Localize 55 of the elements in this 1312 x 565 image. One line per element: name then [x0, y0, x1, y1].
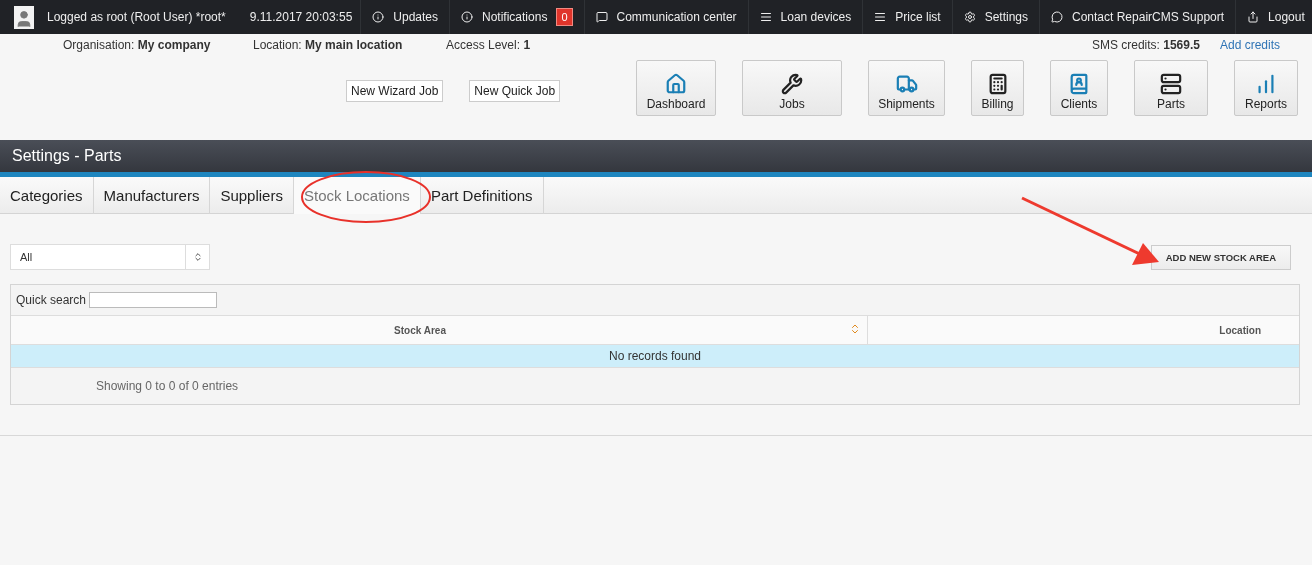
- list-icon: [874, 11, 887, 23]
- module-button[interactable]: Parts: [1134, 60, 1208, 116]
- module-button[interactable]: Reports: [1234, 60, 1298, 116]
- info-icon: [461, 11, 473, 23]
- logged-user-text: Logged as root (Root User) *root*: [47, 10, 226, 24]
- nav-link[interactable]: Logout: [1235, 0, 1312, 34]
- module-button[interactable]: Billing: [971, 60, 1024, 116]
- module-button[interactable]: Clients: [1050, 60, 1108, 116]
- module-button[interactable]: Dashboard: [636, 60, 716, 116]
- home-icon: [665, 73, 687, 95]
- nav-link[interactable]: Contact RepairCMS Support: [1039, 0, 1236, 34]
- tab[interactable]: Manufacturers: [93, 177, 211, 214]
- add-stock-area-button[interactable]: ADD NEW STOCK AREA: [1150, 244, 1291, 270]
- nav-link[interactable]: Notifications 0: [449, 0, 584, 34]
- filter-select[interactable]: All: [10, 244, 210, 270]
- list-icon: [759, 11, 772, 23]
- organisation-text: Organisation: My company: [63, 37, 212, 52]
- chat-icon: [1051, 11, 1063, 23]
- new-job-button[interactable]: New Quick Job: [469, 80, 561, 102]
- column-header[interactable]: Location: [868, 316, 1299, 344]
- location-text: Location: My main location: [253, 37, 404, 52]
- settings-icon: [963, 11, 976, 23]
- empty-table-message: No records found: [11, 344, 1299, 367]
- tab[interactable]: Part Definitions: [420, 177, 544, 214]
- count-badge: 0: [556, 8, 573, 26]
- add-credits-link[interactable]: Add credits: [1219, 37, 1280, 52]
- tab[interactable]: Stock Locations: [293, 177, 421, 214]
- access-level-text: Access Level: 1: [446, 37, 532, 52]
- module-button[interactable]: Shipments: [868, 60, 945, 116]
- nav-link[interactable]: Communication center: [583, 0, 748, 34]
- entries-info-text: Showing 0 to 0 of 0 entries: [96, 379, 239, 393]
- tab[interactable]: Suppliers: [210, 177, 294, 214]
- sort-icon: [849, 323, 861, 335]
- bar-chart-icon: [1255, 73, 1277, 95]
- page-title: Settings - Parts: [12, 147, 122, 165]
- nav-link[interactable]: Price list: [862, 0, 952, 34]
- wrench-icon: [781, 73, 803, 95]
- tab[interactable]: Categories: [0, 177, 94, 214]
- truck-icon: [895, 73, 918, 95]
- avatar-icon: [14, 5, 34, 29]
- server-icon: [1160, 73, 1182, 95]
- speech-bubble-icon: [595, 11, 608, 23]
- info-icon: [372, 11, 385, 23]
- share-arrow-icon: [1247, 11, 1260, 23]
- quick-search-field[interactable]: [89, 292, 218, 308]
- select-caret-icon: [192, 252, 203, 262]
- datetime-text: 9.11.2017 20:03:55: [249, 10, 353, 24]
- new-job-button[interactable]: New Wizard Job: [346, 80, 444, 102]
- nav-link[interactable]: Loan devices: [747, 0, 863, 34]
- nav-link[interactable]: Settings: [951, 0, 1039, 34]
- quick-search-label: Quick search: [16, 293, 87, 307]
- contact-book-icon: [1068, 73, 1090, 95]
- nav-link[interactable]: Updates: [360, 0, 449, 34]
- module-button[interactable]: Jobs: [742, 60, 842, 116]
- sms-credits-text: SMS credits: 1569.5: [1091, 37, 1200, 52]
